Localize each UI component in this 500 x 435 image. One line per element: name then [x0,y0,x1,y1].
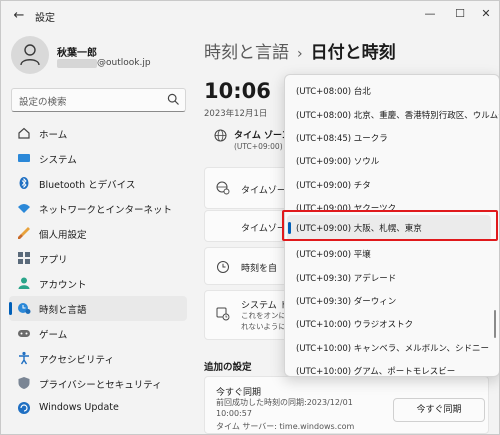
sidebar-item-home[interactable]: ホーム [9,121,187,146]
current-time: 10:06 [204,79,271,103]
sidebar-item-accounts[interactable]: アカウント [9,271,187,296]
sidebar-item-time-language[interactable]: 時刻と言語 [9,296,187,321]
sidebar-item-personalization[interactable]: 個人用設定 [9,221,187,246]
additional-settings-title: 追加の設定 [204,362,252,373]
sidebar-item-label: ゲーム [39,330,68,341]
time-server-label: タイム サーバー: time.windows.com [216,422,355,431]
sync-clock-icon [216,307,230,321]
dropdown-scrollbar[interactable] [494,310,496,338]
timezone-label: タイムゾー [241,224,286,234]
sidebar-item-accessibility[interactable]: アクセシビリティ [9,346,187,371]
clock-icon [217,261,229,273]
shield-icon [18,377,30,389]
search-input[interactable]: 設定の検索 [11,88,186,112]
active-indicator [9,302,12,315]
sidebar-item-apps[interactable]: アプリ [9,246,187,271]
globe-gear-icon [216,181,230,195]
selection-highlight-frame [282,210,498,241]
timezone-option-label: (UTC+08:00) 台北 [296,87,371,97]
sidebar-item-gaming[interactable]: ゲーム [9,321,187,346]
user-icon [20,44,40,66]
globe-icon [214,129,227,142]
bluetooth-icon [19,177,29,189]
timezone-option[interactable]: (UTC+09:00) 平壌 [287,241,491,267]
sidebar-item-label: プライバシーとセキュリティ [39,380,162,391]
page-title: 日付と時刻 [310,43,396,63]
maximize-button[interactable]: ☐ [449,5,471,23]
timezone-option[interactable]: (UTC+09:00) ソウル [287,148,491,174]
sidebar-item-windows-update[interactable]: Windows Update [9,396,187,421]
update-icon [18,402,30,414]
title-bar: ← 設定 — ☐ ✕ [1,1,499,31]
sidebar-item-label: 時刻と言語 [39,305,87,316]
sidebar-nav: ホーム システム Bluetooth とデバイス ネットワークとインターネット … [9,121,187,421]
sidebar-item-privacy[interactable]: プライバシーとセキュリティ [9,371,187,396]
timezone-option-label: (UTC+09:30) アデレード [296,274,397,284]
chevron-right-icon: › [297,46,303,62]
time-language-icon [18,303,31,314]
sync-now-button[interactable]: 今すぐ同期 [393,398,485,422]
sidebar-item-label: システム [39,155,77,166]
system-icon [18,154,30,162]
gaming-icon [18,330,30,337]
timezone-option-label: (UTC+10:00) ウラジオストク [296,320,414,330]
user-email: @outlook.jp [97,58,151,68]
search-placeholder: 設定の検索 [19,97,67,108]
timezone-option-label: (UTC+09:30) ダーウィン [296,297,397,307]
sidebar-item-network[interactable]: ネットワークとインターネット [9,196,187,221]
settings-window: ← 設定 — ☐ ✕ 秋葉一郎 @outlook.jp 設定の検索 ホーム シス [0,0,500,435]
sidebar-item-label: アカウント [39,280,87,291]
window-title: 設定 [35,13,55,24]
breadcrumb: 時刻と言語 › 日付と時刻 [204,38,396,63]
back-arrow-icon[interactable]: ← [11,8,27,23]
user-name: 秋葉一郎 [57,48,97,59]
timezone-option[interactable]: (UTC+08:00) 台北 [287,78,491,104]
timezone-header-title: タイム ゾーン [234,131,291,141]
timezone-option-label: (UTC+09:00) ソウル [296,157,380,167]
email-redacted [57,59,97,68]
network-icon [18,204,30,213]
timezone-option-label: (UTC+10:00) グアム、ポートモレスビー [296,367,456,377]
last-sync-label: 前回成功した時刻の同期:2023/12/01 [216,398,353,407]
timezone-option-label: (UTC+08:45) ユークラ [296,134,388,144]
sidebar-item-label: ネットワークとインターネット [39,205,173,216]
timezone-option[interactable]: (UTC+10:00) グアム、ポートモレスビー [287,358,491,377]
timezone-option-label: (UTC+09:00) 平壌 [296,250,371,260]
accessibility-icon [19,351,29,365]
sidebar-item-label: 個人用設定 [39,230,87,241]
timezone-option-label: (UTC+10:00) キャンベラ、メルボルン、シドニー [296,344,489,354]
search-icon[interactable] [167,93,180,106]
close-button[interactable]: ✕ [475,5,497,23]
apps-icon [18,252,30,264]
sidebar-item-label: Windows Update [39,402,119,413]
minimize-button[interactable]: — [419,5,441,23]
sidebar-item-bluetooth[interactable]: Bluetooth とデバイス [9,171,187,196]
timezone-option-label: (UTC+08:00) 北京、重慶、香港特別行政区、ウルムチ [296,111,500,121]
timezone-option[interactable]: (UTC+10:00) ウラジオストク [287,311,491,337]
current-date: 2023年12月1日 [204,109,268,119]
sidebar-item-label: ホーム [39,130,68,141]
sidebar-item-label: アクセシビリティ [39,355,114,366]
home-icon [18,127,30,139]
timezone-option-label: (UTC+09:00) チタ [296,181,371,191]
avatar[interactable] [11,36,49,74]
account-icon [18,277,30,289]
auto-time-label: 時刻を自 [241,264,278,274]
breadcrumb-parent[interactable]: 時刻と言語 [204,43,289,63]
sidebar-item-label: アプリ [39,255,68,266]
sidebar-item-label: Bluetooth とデバイス [39,180,136,191]
sidebar-item-system[interactable]: システム [9,146,187,171]
last-sync-time: 10:00:57 [216,409,252,418]
brush-icon [18,227,30,239]
